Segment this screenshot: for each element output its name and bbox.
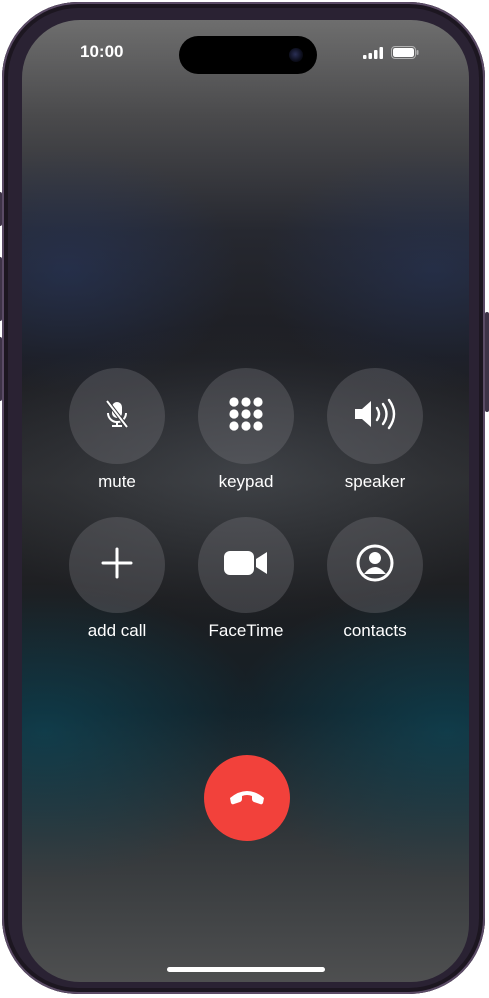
add-call-button[interactable]: add call — [62, 517, 172, 641]
end-call-button[interactable] — [204, 755, 290, 841]
home-indicator[interactable] — [167, 967, 325, 972]
call-screen: 10:00 mute keypad speaker add call FaceT… — [22, 20, 469, 982]
facetime-label: FaceTime — [208, 621, 284, 640]
volume-up-button — [0, 257, 2, 321]
mute-label: mute — [98, 472, 136, 491]
volume-down-button — [0, 337, 2, 401]
speaker-label: speaker — [344, 472, 406, 491]
speaker-wave-icon — [352, 396, 398, 437]
side-power-button — [485, 312, 489, 412]
add-call-circle[interactable] — [69, 517, 165, 613]
mute-button[interactable]: mute — [62, 368, 172, 492]
contacts-label: contacts — [343, 621, 407, 640]
keypad-button[interactable]: keypad — [191, 368, 301, 492]
mute-circle[interactable] — [69, 368, 165, 464]
keypad-label: keypad — [218, 472, 274, 491]
facetime-circle[interactable] — [198, 517, 294, 613]
phone-frame: 10:00 mute keypad speaker add call FaceT… — [0, 2, 489, 994]
keypad-grid-icon — [227, 395, 265, 438]
contacts-circle[interactable] — [327, 517, 423, 613]
facetime-button[interactable]: FaceTime — [191, 517, 301, 641]
mic-slash-icon — [99, 396, 135, 437]
speaker-button[interactable]: speaker — [320, 368, 430, 492]
person-circle-icon — [355, 543, 395, 588]
add-call-label: add call — [87, 621, 147, 640]
speaker-circle[interactable] — [327, 368, 423, 464]
plus-icon — [100, 546, 134, 585]
video-camera-icon — [222, 547, 270, 584]
keypad-circle[interactable] — [198, 368, 294, 464]
action-button — [0, 192, 2, 226]
contacts-button[interactable]: contacts — [320, 517, 430, 641]
phone-down-icon — [227, 786, 267, 811]
